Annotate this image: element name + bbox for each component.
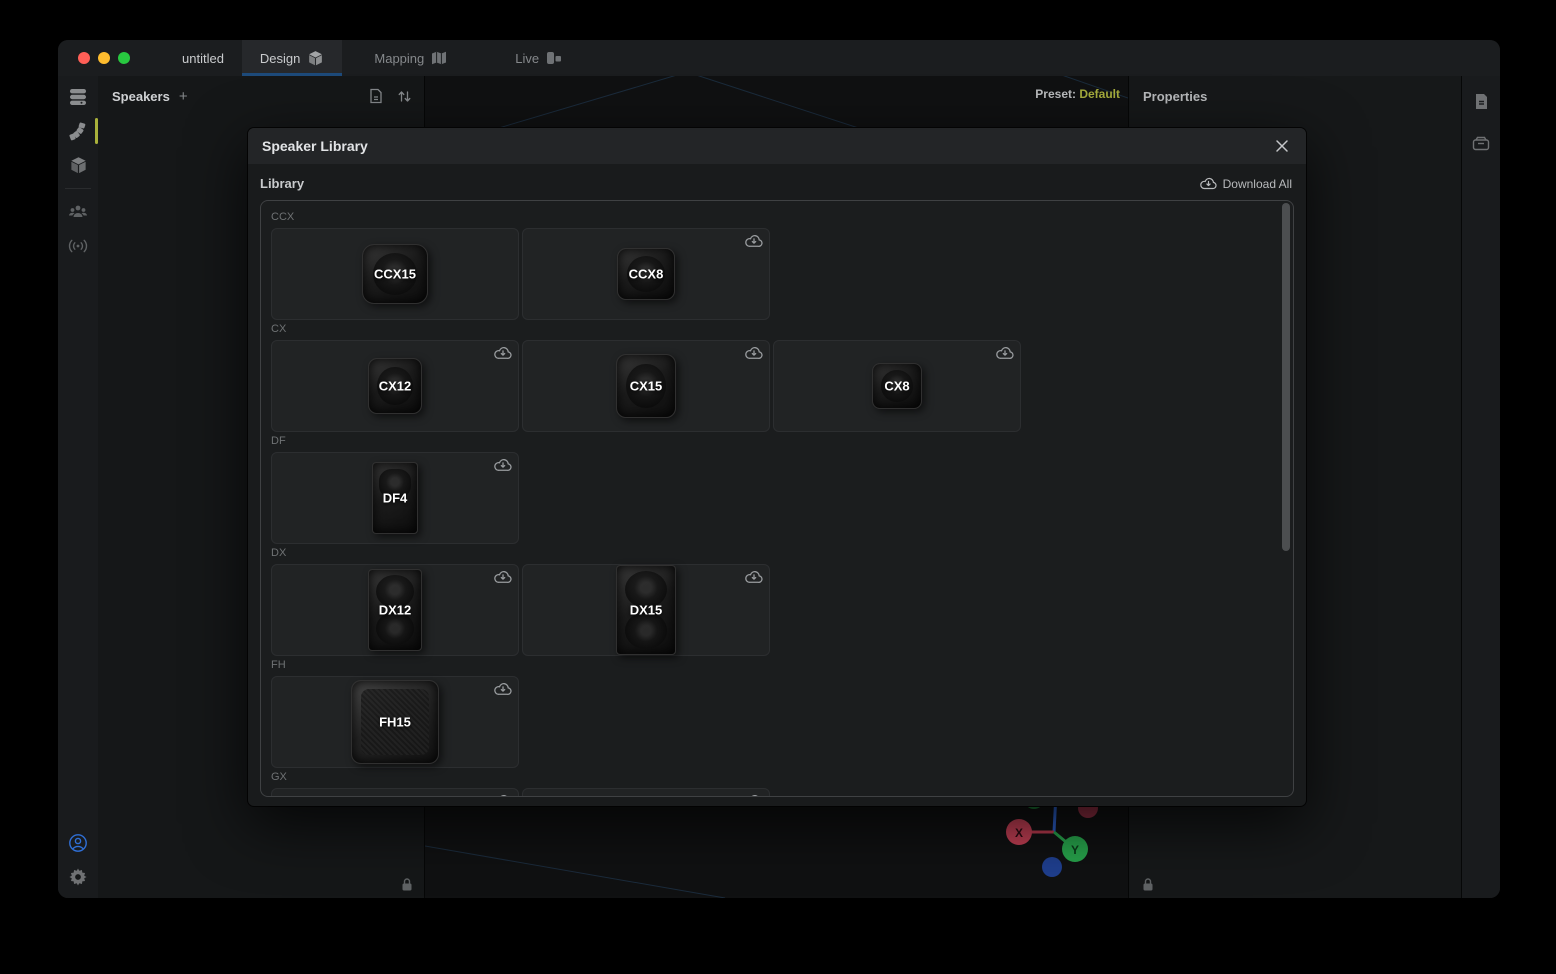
library-label: Library [260,176,304,191]
sort-arrows-icon[interactable] [397,89,412,104]
properties-lock-icon[interactable] [1141,877,1155,892]
cloud-download-icon[interactable] [494,682,512,696]
scrollbar-thumb[interactable] [1282,203,1290,551]
cloud-download-icon[interactable] [494,458,512,472]
speaker-image [372,462,418,534]
category-label: DX [271,546,1283,560]
download-all-label: Download All [1223,177,1292,191]
tab-live[interactable]: Live [497,40,580,76]
speaker-image [362,244,428,304]
speaker-image [872,363,922,409]
account-icon[interactable] [58,826,98,860]
right-icon-rail [1462,76,1500,898]
tab-design[interactable]: Design [242,40,342,76]
speaker-image [616,565,676,655]
minimize-window-button[interactable] [98,52,110,64]
rail-divider [65,188,91,189]
close-icon[interactable] [1272,136,1292,156]
titlebar: untitled Design Mapping Live [58,40,1500,76]
tab-mapping[interactable]: Mapping [356,40,465,76]
speaker-tile[interactable]: DX15 [522,564,770,656]
map-icon [431,51,447,65]
preset-indicator[interactable]: Preset: Default [1035,87,1120,101]
zoom-window-button[interactable] [118,52,130,64]
new-file-icon[interactable] [369,88,383,104]
speaker-tile[interactable]: DX12 [271,564,519,656]
tab-mapping-label: Mapping [374,51,424,66]
cloud-download-icon[interactable] [494,570,512,584]
cube-view-icon[interactable] [58,148,98,182]
live-layout-icon [546,51,562,65]
speaker-tile[interactable]: FH15 [271,676,519,768]
modal-title: Speaker Library [262,138,368,154]
tab-untitled[interactable]: untitled [164,40,242,76]
speaker-tile[interactable]: CCX8 [522,228,770,320]
gizmo-y-label: Y [1071,843,1079,857]
speaker-tile[interactable]: DF4 [271,452,519,544]
speaker-image [351,680,439,764]
speaker-image [368,569,422,651]
category-label: CCX [271,210,1283,224]
library-list: CCX CCX15 CCX8 CX CX12 CX15 CX8 DF [261,201,1293,796]
speaker-array-tool-icon[interactable] [58,114,98,148]
speaker-tile[interactable] [522,788,770,796]
speakers-panel-title: Speakers [112,89,170,104]
cube-icon [307,50,324,67]
tile-row: CX12 CX15 CX8 [271,340,1283,432]
cloud-download-icon [1200,177,1217,190]
speaker-tile[interactable]: CX8 [773,340,1021,432]
cloud-download-icon[interactable] [494,346,512,360]
properties-title: Properties [1129,76,1461,104]
speaker-tile[interactable] [271,788,519,796]
speaker-tile[interactable]: CX12 [271,340,519,432]
close-window-button[interactable] [78,52,90,64]
layers-stack-icon[interactable] [58,80,98,114]
cloud-download-icon[interactable] [494,794,512,796]
gizmo-x-label: X [1015,826,1023,840]
modal-header: Speaker Library [248,128,1306,164]
library-list-container: CCX CCX15 CCX8 CX CX12 CX15 CX8 DF [260,200,1294,797]
cloud-download-icon[interactable] [745,570,763,584]
category-label: CX [271,322,1283,336]
audience-icon[interactable] [58,195,98,229]
tile-row: DF4 [271,452,1283,544]
tab-design-label: Design [260,51,300,66]
category-label: GX [271,770,1283,784]
left-icon-rail [58,76,98,898]
traffic-lights [58,52,130,64]
speaker-image [368,358,422,414]
tile-row: DX12 DX15 [271,564,1283,656]
cloud-download-icon[interactable] [996,346,1014,360]
preset-label: Preset: [1035,87,1076,101]
speaker-tile[interactable]: CCX15 [271,228,519,320]
archive-drawer-icon[interactable] [1462,126,1500,160]
speakers-panel-header: Speakers + [98,76,424,116]
library-row: Library Download All [248,164,1306,199]
preset-value: Default [1079,87,1120,101]
library-scrollbar[interactable] [1281,203,1291,796]
tab-untitled-label: untitled [182,51,224,66]
speaker-image [616,354,676,418]
notes-document-icon[interactable] [1462,84,1500,118]
category-label: DF [271,434,1283,448]
tile-row [271,788,1283,796]
settings-gear-icon[interactable] [58,860,98,894]
tab-live-label: Live [515,51,539,66]
cloud-download-icon[interactable] [745,794,763,796]
category-label: FH [271,658,1283,672]
cloud-download-icon[interactable] [745,234,763,248]
tile-row: FH15 [271,676,1283,768]
tile-row: CCX15 CCX8 [271,228,1283,320]
speaker-library-modal: Speaker Library Library Download All CCX… [248,128,1306,806]
speaker-tile[interactable]: CX15 [522,340,770,432]
download-all-button[interactable]: Download All [1200,177,1292,191]
panel-lock-icon[interactable] [400,877,414,892]
speaker-image [617,248,675,300]
cloud-download-icon[interactable] [745,346,763,360]
app-window: untitled Design Mapping Live [58,40,1500,898]
add-speaker-button[interactable]: + [179,88,188,105]
broadcast-icon[interactable] [58,229,98,263]
